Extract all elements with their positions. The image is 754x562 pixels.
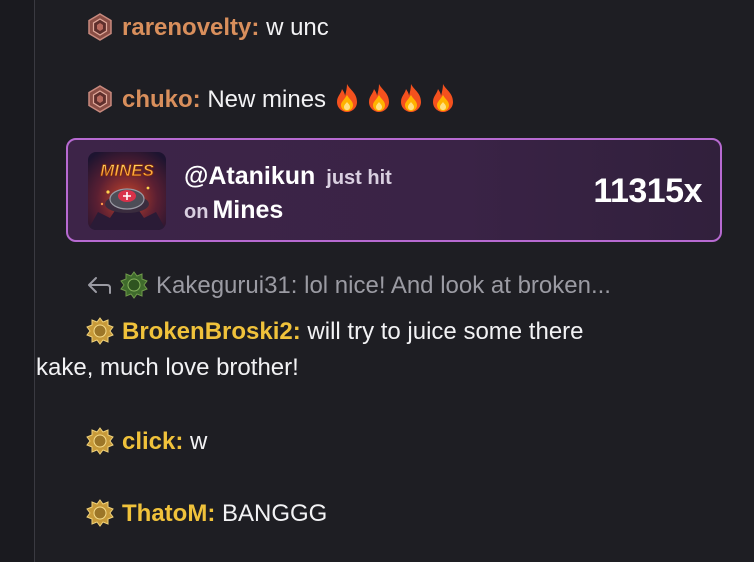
reply-arrow-icon <box>88 277 111 294</box>
on-label: on <box>184 201 209 223</box>
chat-message: ThatoM: BANGGG <box>86 496 730 532</box>
chat-message: click: w <box>86 424 730 460</box>
win-game-line: on Mines <box>184 196 283 225</box>
fire-icon <box>400 84 421 112</box>
gold-gear-badge-icon <box>86 317 114 345</box>
hit-label: just hit <box>326 167 392 189</box>
message-text: will try to juice some there <box>307 318 584 345</box>
fire-icon <box>368 84 389 112</box>
chat-message: rarenovelty: w unc <box>86 10 730 46</box>
gold-gear-badge-icon <box>86 499 114 527</box>
reply-context[interactable]: Kakegurui31: lol nice! And look at broke… <box>86 268 611 304</box>
username[interactable]: ThatoM: <box>122 500 215 527</box>
chat-feed: rarenovelty: w unc chuko: New mines MINE… <box>36 0 754 562</box>
fire-icon <box>336 84 357 112</box>
message-text-continued: kake, much love brother! <box>36 354 299 381</box>
game-name[interactable]: Mines <box>212 196 283 224</box>
win-multiplier: 11315x <box>593 172 702 210</box>
win-headline: @Atanikun just hit <box>184 162 392 191</box>
copper-hex-badge-icon <box>88 85 112 113</box>
message-text: w <box>190 428 208 455</box>
green-gear-badge-icon <box>120 271 148 299</box>
chat-window: rarenovelty: w unc chuko: New mines MINE… <box>0 0 754 562</box>
username[interactable]: chuko: <box>122 86 201 113</box>
message-text: w unc <box>266 14 329 41</box>
gold-gear-badge-icon <box>86 427 114 455</box>
reply-username: Kakegurui31: <box>156 272 298 299</box>
chat-message: BrokenBroski2: will try to juice some th… <box>36 314 730 386</box>
message-text: New mines <box>207 86 327 113</box>
mines-logo-icon: MINES <box>88 152 166 230</box>
username[interactable]: BrokenBroski2: <box>122 318 301 345</box>
copper-hex-badge-icon <box>88 13 112 41</box>
winner-username[interactable]: @Atanikun <box>184 162 315 190</box>
username[interactable]: rarenovelty: <box>122 14 259 41</box>
emoji-group <box>333 84 461 113</box>
username[interactable]: click: <box>122 428 183 455</box>
reply-text: lol nice! And look at broken... <box>304 272 611 299</box>
thumbnail-title: MINES <box>100 161 155 180</box>
fire-icon <box>432 84 453 112</box>
left-rail <box>0 0 35 562</box>
chat-message: chuko: New mines <box>86 82 730 118</box>
message-text: BANGGG <box>221 500 328 527</box>
big-win-card[interactable]: MINES @Atanikun just hit on Mines 11315x <box>66 138 722 242</box>
mines-game-thumbnail[interactable]: MINES <box>88 152 166 230</box>
